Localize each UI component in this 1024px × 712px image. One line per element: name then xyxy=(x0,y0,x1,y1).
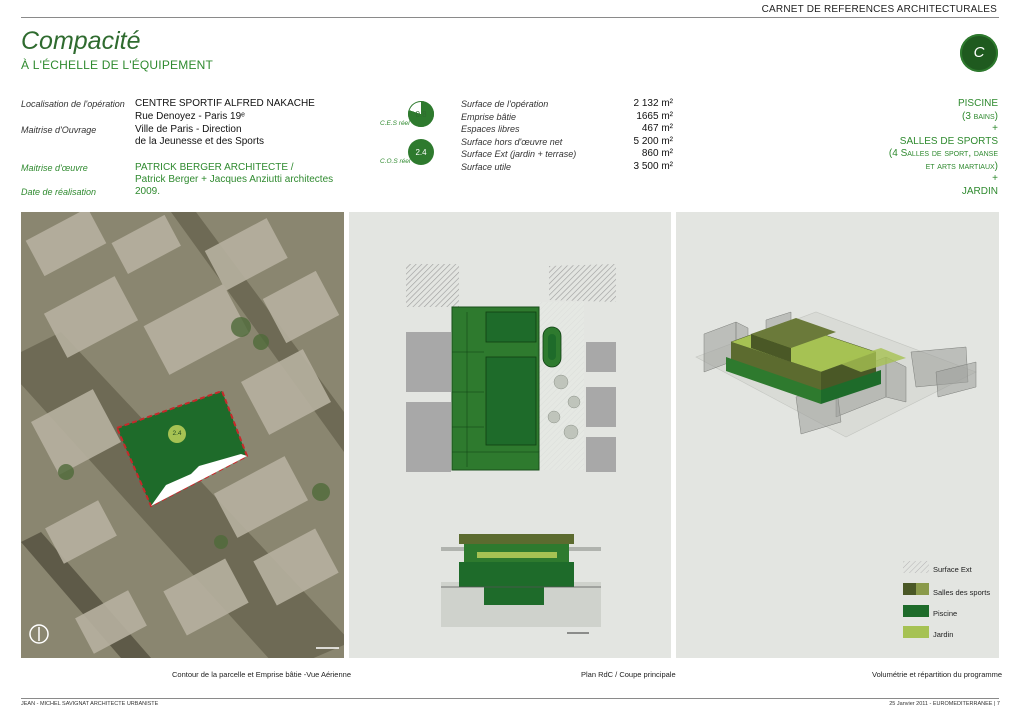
program-line: (4 Salles de sport, danse xyxy=(888,148,998,159)
surface-row: Emprise bâtie 1665 m² xyxy=(461,111,673,124)
surface-row: Surface utile 3 500 m² xyxy=(461,161,673,174)
surface-label: Surface de l'opération xyxy=(461,99,549,109)
ground-floor-plan xyxy=(406,264,616,634)
surface-value: 1665 m² xyxy=(636,110,673,122)
surface-value: 3 500 m² xyxy=(633,160,673,172)
moe-label: Maitrise d'œuvre xyxy=(21,163,88,173)
surface-row: Espaces libres 467 m² xyxy=(461,123,673,136)
legend-swatch-salles-dark xyxy=(903,583,916,595)
cos-label: C.O.S réel xyxy=(380,158,411,165)
moa-label: Maitrise d'Ouvrage xyxy=(21,125,97,135)
aerial-view-panel: 2.4 xyxy=(21,212,344,658)
footer-divider xyxy=(21,698,999,699)
date-label: Date de réalisation xyxy=(21,187,97,197)
surface-value: 860 m² xyxy=(641,148,673,159)
moa-value-1: Ville de Paris - Direction xyxy=(135,124,242,135)
program-line: et arts martiaux) xyxy=(925,160,998,172)
footer-author: JEAN - MICHEL SAVIGNAT ARCHITECTE URBANI… xyxy=(21,701,159,707)
surface-label: Espaces libres xyxy=(461,124,520,134)
program-line: JARDIN xyxy=(961,185,998,197)
surface-value: 467 m² xyxy=(641,123,673,134)
surface-value: 2 132 m² xyxy=(633,98,673,109)
plan-panel xyxy=(349,212,671,658)
legend-swatch-salles-light xyxy=(916,583,929,595)
surface-label: Surface utile xyxy=(461,161,512,172)
caption-aerial: Contour de la parcelle et Emprise bâtie … xyxy=(172,670,351,679)
legend-label-surface-ext: Surface Ext xyxy=(933,565,972,574)
moe-value-1: PATRICK BERGER ARCHITECTE / xyxy=(135,162,294,173)
legend-swatch-surface-ext xyxy=(903,561,929,573)
surfaces-table: Surface de l'opération 2 132 m² Emprise … xyxy=(461,98,673,173)
document-series-title: CARNET DE REFERENCES ARCHITECTURALES xyxy=(761,4,997,15)
category-badge: C xyxy=(960,34,998,72)
program-line: + xyxy=(992,173,998,184)
parcel-label: 2.4 xyxy=(172,430,182,437)
legend-label-salles: Salles des sports xyxy=(933,588,991,597)
surface-row: Surface Ext (jardin + terrase) 860 m² xyxy=(461,148,673,161)
caption-plan: Plan RdC / Coupe principale xyxy=(581,670,676,679)
surface-value: 5 200 m² xyxy=(633,135,673,147)
surface-label: Emprise bâtie xyxy=(461,111,517,122)
ces-label: C.E.S réel xyxy=(380,120,410,127)
program-list: PISCINE (3 bains) + SALLES DE SPORTS (4 … xyxy=(889,98,998,198)
header-divider xyxy=(21,17,999,18)
surface-row: Surface de l'opération 2 132 m² xyxy=(461,98,673,111)
page-subtitle: À L'ÉCHELLE DE L'ÉQUIPEMENT xyxy=(21,58,214,72)
ces-value: 0.8 xyxy=(415,110,427,119)
surface-label: Surface Ext (jardin + terrase) xyxy=(461,149,577,159)
localisation-label: Localisation de l'opération xyxy=(21,99,125,109)
program-line: PISCINE xyxy=(957,98,998,109)
program-line: (3 bains) xyxy=(961,110,998,122)
volumetry-panel: Surface Ext Salles des sports Piscine Ja… xyxy=(676,212,999,658)
surface-row: Surface hors d'œuvre net 5 200 m² xyxy=(461,136,673,149)
legend-swatch-jardin xyxy=(903,626,929,638)
moa-value-2: de la Jeunesse et des Sports xyxy=(135,136,264,147)
moe-value-2: Patrick Berger + Jacques Anziutti archit… xyxy=(135,174,334,185)
legend-label-piscine: Piscine xyxy=(933,609,958,618)
footer-date-page: 25 Janvier 2011 - EUROMEDITERRANEE | 7 xyxy=(889,701,1000,707)
legend-label-jardin: Jardin xyxy=(933,630,954,639)
caption-volumetry: Volumétrie et répartition du programme xyxy=(872,670,1003,679)
date-value: 2009. xyxy=(135,186,161,197)
program-line: + xyxy=(992,123,998,134)
surface-label: Surface hors d'œuvre net xyxy=(461,136,563,147)
program-line: SALLES DE SPORTS xyxy=(899,135,998,147)
localisation-value-1: CENTRE SPORTIF ALFRED NAKACHE xyxy=(135,98,315,109)
localisation-value-2: Rue Denoyez - Paris 19ᵉ xyxy=(135,111,245,122)
cos-value: 2.4 xyxy=(415,148,427,157)
legend-swatch-piscine xyxy=(903,605,929,617)
page-title: Compacité xyxy=(21,27,141,55)
